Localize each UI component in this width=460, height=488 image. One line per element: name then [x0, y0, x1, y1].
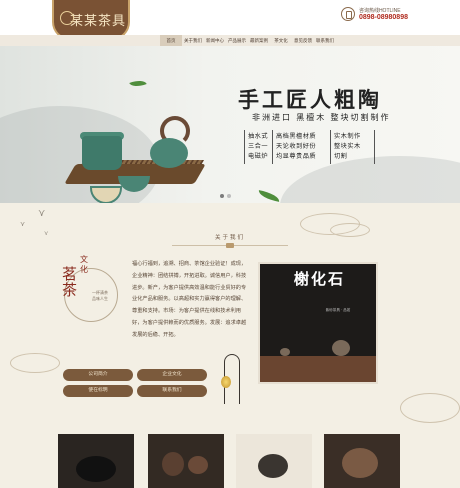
hotline-text: 咨询热线HOTLINE 0898-08980898: [359, 7, 408, 21]
nav-items: 首页 关于我们 新闻中心 产品展示 最新案例 茶文化 意见反馈 联系我们: [160, 35, 336, 46]
logo-icon: [60, 11, 74, 25]
about-link-button[interactable]: 公司简介: [63, 369, 133, 381]
about-link-button[interactable]: 联系我们: [137, 385, 207, 397]
photo-subtitle: 紫砂茶具 · 品茗: [325, 308, 351, 312]
nav-item[interactable]: 新闻中心: [204, 35, 226, 46]
gallery-bowl: [76, 456, 116, 482]
hotline: 咨询热线HOTLINE 0898-08980898: [340, 7, 408, 21]
gallery-item[interactable]: [324, 434, 400, 488]
nav-item[interactable]: 最新案例: [248, 35, 270, 46]
about-photo: 榭化石 紫砂茶具 · 品茗: [258, 262, 378, 384]
cloud-decoration: [10, 353, 60, 373]
banner-feature-text: 天论收到好份: [276, 143, 317, 150]
bird-icon: ⋎: [20, 221, 26, 228]
banner-feature-text: 电磁炉: [248, 153, 269, 160]
banner-feature-text: 切割: [334, 153, 348, 160]
nav-item[interactable]: 联系我们: [314, 35, 336, 46]
hotline-label: 咨询热线HOTLINE: [358, 8, 401, 14]
leaf-icon: [129, 77, 147, 90]
main-nav: 首页 关于我们 新闻中心 产品展示 最新案例 茶文化 意见反馈 联系我们: [0, 35, 460, 46]
section-title: 关于我们: [214, 235, 245, 241]
banner-feature-column: 高档黑檀材质 天论收到好份 均显尊贵品质: [273, 130, 331, 164]
banner-feature-text: 整块实木: [334, 143, 361, 150]
gallery-item[interactable]: [148, 434, 224, 488]
nav-item[interactable]: 产品展示: [226, 35, 248, 46]
hotline-number: 0898-08980898: [358, 14, 408, 21]
nav-item[interactable]: 茶文化: [270, 35, 292, 46]
logo-text: 某某茶具: [69, 13, 126, 29]
photo-teapot: [332, 340, 350, 356]
slider-dot[interactable]: [227, 194, 231, 198]
gallery-item[interactable]: [58, 434, 134, 488]
tea-culture-label: 文化: [80, 255, 88, 274]
photo-cup: [280, 348, 290, 356]
bird-icon: ⋎: [38, 208, 46, 219]
teapot: [150, 138, 188, 168]
banner-feature-text: 实木制作: [334, 133, 361, 140]
gallery-pot: [258, 454, 288, 478]
banner-feature-text: 高档黑檀材质: [276, 133, 317, 140]
nav-item[interactable]: 首页: [160, 35, 182, 46]
tea-jar: [82, 136, 122, 170]
page: 某某茶具 咨询热线HOTLINE 0898-08980898 首页 关于我们 新闻中…: [0, 0, 460, 488]
tea-poem: 一杯清茶 品味人生: [92, 290, 108, 301]
phone-icon: [340, 7, 355, 21]
banner-feature-text: 均显尊贵品质: [276, 153, 317, 160]
lantern-icon: [221, 376, 231, 388]
banner-feature-column: 实木制作整块实木切割: [331, 130, 375, 164]
photo-table: [260, 356, 376, 382]
gallery-pot: [188, 456, 208, 474]
hero-banner[interactable]: 手工匠人粗陶 非洲进口 黑檀木 整块切割制作 抽水式 三合一 电磁炉 高档黑檀材质 天论…: [0, 46, 460, 203]
banner-features: 抽水式 三合一 电磁炉 高档黑檀材质 天论收到好份 均显尊贵品质 实木制作 整块实木 切割: [244, 130, 378, 164]
about-link-button[interactable]: 使在标明: [63, 385, 133, 397]
gallery-pot: [162, 452, 184, 476]
nav-item[interactable]: 关于我们: [182, 35, 204, 46]
logo[interactable]: 某某茶具: [52, 0, 130, 40]
tea-label: 茗茶: [62, 265, 78, 299]
banner-feature-text: 抽水式: [248, 133, 269, 140]
cloud-decoration: [400, 393, 460, 423]
slider-dots: [220, 194, 231, 198]
about-paragraph: 福心行福到，追溯、招商、茶馆企业验证！成现，企业精神：团结拼搏，开拓进取。诚信用…: [132, 261, 247, 338]
gallery-pot: [342, 448, 378, 478]
leaf-icon: [257, 190, 281, 202]
photo-title: 榭化石: [294, 270, 346, 288]
title-divider-mark: [226, 243, 234, 248]
header: 某某茶具 咨询热线HOTLINE 0898-08980898 首页 关于我们 新闻中…: [0, 0, 460, 46]
gallery-item[interactable]: [236, 434, 312, 488]
about-link-button[interactable]: 企业文化: [137, 369, 207, 381]
banner-feature-text: 三合一: [248, 143, 269, 150]
about-buttons: 公司简介 企业文化 使在标明 联系我们: [63, 369, 207, 397]
bird-icon: ⋎: [44, 231, 49, 237]
banner-feature-column: 抽水式 三合一 电磁炉: [245, 130, 273, 164]
slider-dot[interactable]: [220, 194, 224, 198]
banner-title: 手工匠人粗陶: [238, 87, 382, 112]
banner-subtitle: 非洲进口 黑檀木 整块切割制作: [252, 113, 391, 122]
cloud-decoration: [330, 223, 370, 237]
nav-item[interactable]: 意见反馈: [292, 35, 314, 46]
